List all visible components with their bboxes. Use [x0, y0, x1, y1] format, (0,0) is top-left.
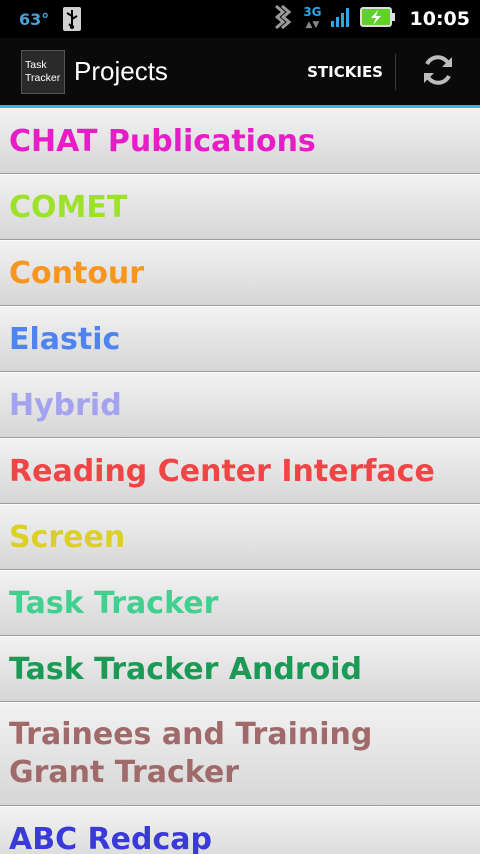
- network-3g-indicator: 3G ▲▼: [303, 5, 322, 30]
- network-type-label: 3G: [303, 5, 322, 19]
- project-row[interactable]: Trainees and Training Grant Tracker: [0, 702, 480, 806]
- project-row[interactable]: Contour: [0, 240, 480, 306]
- project-name: Task Tracker: [9, 586, 219, 621]
- logo-line-1: Task: [25, 58, 47, 71]
- project-row[interactable]: Screen: [0, 504, 480, 570]
- project-row[interactable]: Elastic: [0, 306, 480, 372]
- project-name: Screen: [9, 520, 126, 555]
- project-row[interactable]: Reading Center Interface: [0, 438, 480, 504]
- project-list: CHAT Publications COMET Contour Elastic …: [0, 108, 480, 854]
- project-name: CHAT Publications: [9, 124, 316, 159]
- project-name: Elastic: [9, 322, 121, 357]
- status-bar: 63° 3G ▲▼ 10:05: [0, 0, 480, 38]
- project-row[interactable]: Task Tracker: [0, 570, 480, 636]
- battery-charging-icon: [359, 6, 396, 32]
- page-title: Projects: [74, 56, 168, 86]
- action-bar: Task Tracker Projects STICKIES: [0, 38, 480, 108]
- signal-strength-icon: [330, 6, 352, 32]
- project-row[interactable]: CHAT Publications: [0, 108, 480, 174]
- project-name: ABC Redcap: [9, 822, 212, 854]
- project-name: COMET: [9, 190, 128, 225]
- project-row[interactable]: COMET: [0, 174, 480, 240]
- project-row[interactable]: Task Tracker Android: [0, 636, 480, 702]
- clock: 10:05: [409, 8, 470, 30]
- usb-icon: [63, 7, 82, 31]
- refresh-button[interactable]: [396, 38, 480, 105]
- project-name: Trainees and Training Grant Tracker: [9, 717, 373, 790]
- project-name: Hybrid: [9, 388, 122, 423]
- logo-line-2: Tracker: [25, 71, 61, 84]
- app-logo[interactable]: Task Tracker: [21, 49, 65, 94]
- project-row[interactable]: Hybrid: [0, 372, 480, 438]
- refresh-icon: [420, 52, 456, 92]
- temperature-indicator: 63°: [19, 9, 50, 29]
- project-name: Contour: [9, 256, 145, 291]
- project-row[interactable]: ABC Redcap: [0, 806, 480, 854]
- data-transfer-icon: [273, 4, 295, 34]
- project-name: Reading Center Interface: [9, 454, 435, 489]
- stickies-button[interactable]: STICKIES: [295, 38, 395, 105]
- project-name: Task Tracker Android: [9, 652, 363, 687]
